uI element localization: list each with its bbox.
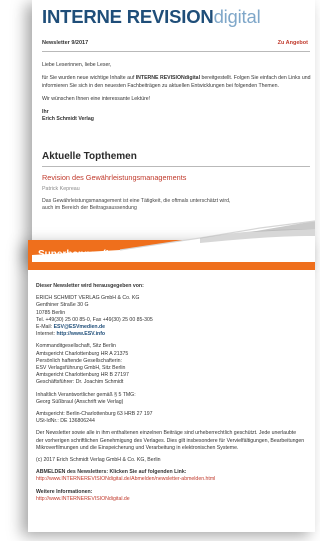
banner-label: Superbanner (Leaderboard) 728 x 90 Pixel bbox=[38, 249, 235, 260]
company-line: Amtsgericht Charlottenburg HR A 21375 bbox=[36, 350, 129, 357]
company-line: Amtsgericht Charlottenburg HR B 27197 bbox=[36, 372, 129, 379]
internet-link[interactable]: http://www.ESV.info bbox=[56, 331, 105, 337]
intro-line1-end: bereitgestellt. Folgen Sie einfach den L… bbox=[200, 75, 301, 82]
newsletter-top-sheet: INTERNE REVISIONdigital Newsletter 9/201… bbox=[32, 0, 315, 262]
greeting: Liebe Leserinnen, liebe Leser, bbox=[42, 62, 112, 68]
banner-label-size: 728 x 90 Pixel bbox=[172, 249, 236, 260]
registry-line: USt-IdNr.: DE 136806244 bbox=[36, 418, 95, 425]
registry-block: Amtsgericht: Berlin-Charlottenburg 63 HR… bbox=[36, 411, 312, 425]
more-info-heading: Weitere Informationen: bbox=[36, 488, 93, 495]
more-info-link[interactable]: http://www.INTERNEREVISIONdigital.de bbox=[36, 496, 130, 502]
intro-text: Liebe Leserinnen, liebe Leser, für Sie w… bbox=[42, 62, 312, 124]
article-line1: Das Gewährleistungsmanagement ist eine T… bbox=[42, 198, 231, 204]
company-line: Geschäftsführer: Dr. Joachim Schmidt bbox=[36, 379, 124, 386]
article-title-link[interactable]: Revision des Gewährleistungsmanagements bbox=[42, 173, 186, 182]
publisher-name: Erich Schmidt Verlag bbox=[42, 116, 94, 123]
legal-line: Mikroverfilmungen und die Einspeicherung… bbox=[36, 444, 239, 451]
article-author: Patrick Kepreau bbox=[42, 186, 80, 192]
address-line: 10785 Berlin bbox=[36, 309, 66, 316]
intro-brand: INTERNE REVISIONdigital bbox=[135, 75, 201, 82]
superbanner-ad[interactable]: Superbanner (Leaderboard) 728 x 90 Pixel bbox=[28, 240, 315, 270]
responsible-block: Inhaltlich Verantwortlicher gemäß § 5 TM… bbox=[36, 392, 312, 406]
company-line: Kommanditgesellschaft, Sitz Berlin bbox=[36, 343, 116, 350]
intro-line1-start: für Sie wurden neue wichtige Inhalte auf bbox=[42, 75, 136, 82]
copyright: (c) 2017 Erich Schmidt Verlag GmbH & Co.… bbox=[36, 457, 161, 464]
company-block: Kommanditgesellschaft, Sitz Berlin Amtsg… bbox=[36, 343, 312, 386]
legal-line: Der Newsletter sowie alle in ihm enthalt… bbox=[36, 430, 297, 437]
address-line: Genthiner Straße 30 G bbox=[36, 302, 89, 309]
email-link[interactable]: ESV@ESVmedien.de bbox=[54, 324, 105, 330]
more-info-block: Weitere Informationen: http://www.INTERN… bbox=[36, 489, 312, 503]
registry-line: Amtsgericht: Berlin-Charlottenburg 63 HR… bbox=[36, 411, 153, 418]
top-link[interactable]: Zu Angebot bbox=[278, 40, 308, 46]
unsubscribe-heading: ABMELDEN des Newsletters: Klicken Sie au… bbox=[36, 469, 187, 476]
legal-line: der vorherigen schriftlichen Genehmigung… bbox=[36, 437, 305, 444]
banner-label-bold: Superbanner (Leaderboard) bbox=[38, 249, 170, 260]
address-line: ERICH SCHMIDT VERLAG GmbH & Co. KG bbox=[36, 295, 140, 302]
email-label: E-Mail: bbox=[36, 324, 54, 331]
unsubscribe-block: ABMELDEN des Newsletters: Klicken Sie au… bbox=[36, 469, 312, 483]
publisher-heading: Dieser Newsletter wird herausgegeben von… bbox=[36, 283, 144, 289]
publisher-footer: Dieser Newsletter wird herausgegeben von… bbox=[36, 283, 312, 508]
brand-light: digital bbox=[213, 6, 261, 27]
brand-bold: INTERNE REVISION bbox=[42, 6, 214, 27]
article-teaser: Das Gewährleistungsmanagement ist eine T… bbox=[42, 198, 312, 212]
unsubscribe-link[interactable]: http://www.INTERNEREVISIONdigital.de/Abm… bbox=[36, 476, 215, 482]
intro-paragraph: für Sie wurden neue wichtige Inhalte auf… bbox=[42, 75, 312, 90]
company-line: Persönlich haftende Gesellschafterin: bbox=[36, 357, 122, 364]
newsletter-number: Newsletter 9/2017 bbox=[42, 40, 89, 46]
newsletter-number-row: Newsletter 9/2017 Zu Angebot bbox=[42, 37, 310, 52]
intro-wish: Wir wünschen Ihnen eine interessante Lek… bbox=[42, 95, 151, 102]
divider bbox=[42, 166, 310, 167]
address-block: ERICH SCHMIDT VERLAG GmbH & Co. KG Genth… bbox=[36, 295, 312, 338]
responsible-line: Inhaltlich Verantwortlicher gemäß § 5 TM… bbox=[36, 391, 136, 398]
newsletter-bottom-sheet: Superbanner (Leaderboard) 728 x 90 Pixel… bbox=[28, 240, 315, 532]
responsible-line: Georg Süßbraul (Anschrift wie Verlag) bbox=[36, 398, 124, 405]
internet-label: Internet: bbox=[36, 331, 57, 338]
brand-logo[interactable]: INTERNE REVISIONdigital bbox=[42, 6, 261, 28]
company-line: ESV Verlagsführung GmbH, Sitz Berlin bbox=[36, 365, 126, 372]
signoff: Ihr bbox=[42, 109, 49, 116]
legal-notice: Der Newsletter sowie alle in ihm enthalt… bbox=[36, 430, 312, 452]
address-line: Tel. +49(30) 25 00 85-0, Fax +49(30) 25 … bbox=[36, 316, 153, 323]
topics-heading: Aktuelle Topthemen bbox=[42, 151, 137, 162]
article-line2: auch im Bereich der Beitragsaussendung bbox=[42, 205, 137, 211]
